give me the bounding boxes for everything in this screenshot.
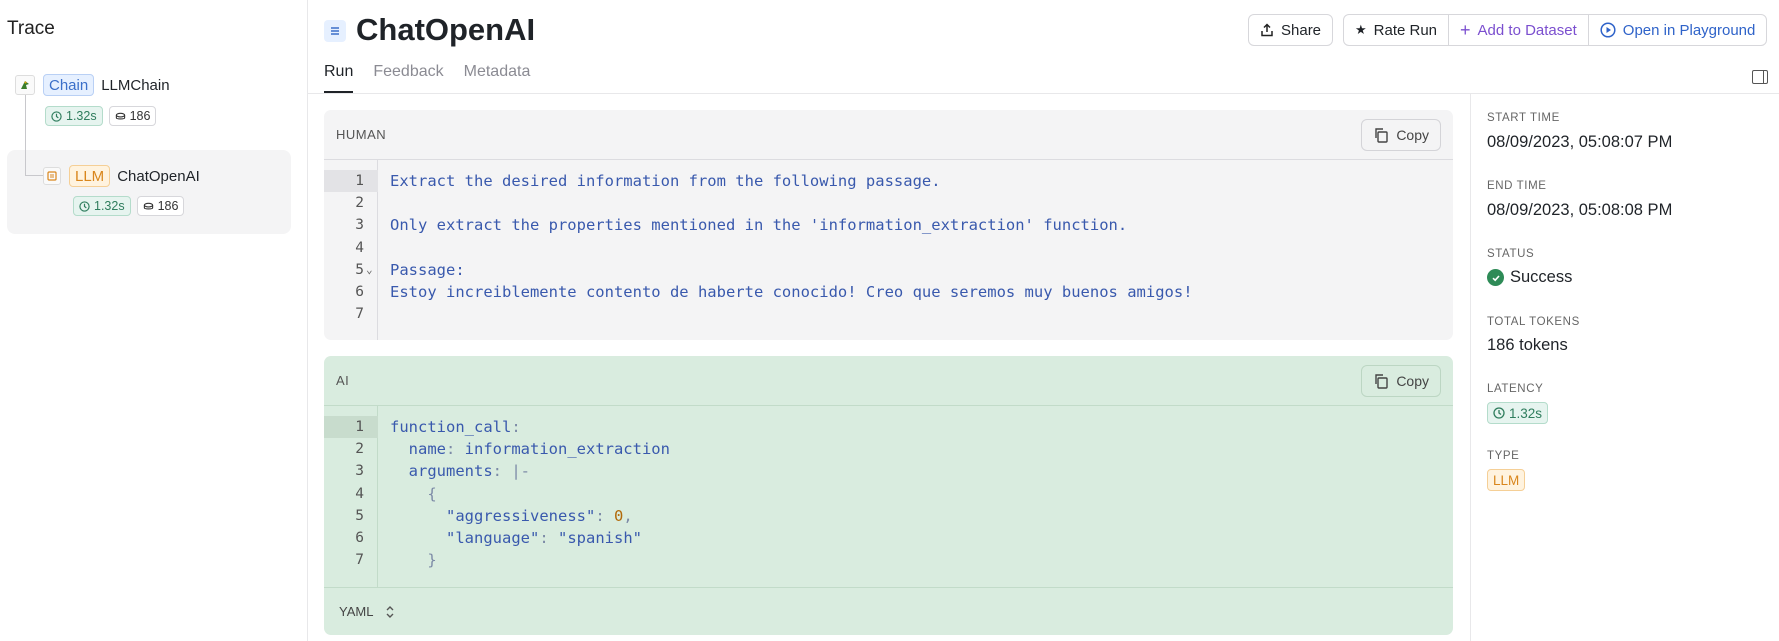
trace-node-badges: 1.32s 186 xyxy=(73,196,185,216)
clock-icon xyxy=(51,110,62,122)
message-role: AI xyxy=(336,373,350,388)
human-code-view[interactable]: 1 Extract the desired information from th… xyxy=(324,160,1453,340)
star-icon: ★ xyxy=(1355,22,1367,37)
total-tokens-label: TOTAL TOKENS xyxy=(1487,316,1580,328)
trace-node-badges: 1.32s 186 xyxy=(45,106,157,126)
token-badge: 186 xyxy=(136,196,185,216)
trace-title: Trace xyxy=(7,18,55,39)
total-tokens-value: 186 tokens xyxy=(1487,336,1568,354)
latency-label: LATENCY xyxy=(1487,383,1544,395)
latency-badge: 1.32s xyxy=(1487,402,1549,424)
run-type-chip: Chain xyxy=(43,74,95,96)
rate-run-button[interactable]: ★ Rate Run xyxy=(1344,15,1450,45)
trace-node-llmchain[interactable]: Chain LLMChain xyxy=(15,74,170,96)
trace-panel: Trace Chain LLMChain 1.32s 186 LLM ChatO… xyxy=(0,0,308,641)
copy-button[interactable]: Copy xyxy=(1361,118,1441,151)
start-time-label: START TIME xyxy=(1487,112,1560,124)
trace-node-name: ChatOpenAI xyxy=(117,167,200,185)
format-selector[interactable]: YAML xyxy=(324,587,1453,635)
ai-message: AI Copy 1 function_call: 2 name: informa… xyxy=(324,356,1453,635)
run-type-chip: LLM xyxy=(1487,469,1526,491)
clock-icon xyxy=(79,200,90,212)
sidebar-toggle-icon[interactable] xyxy=(1752,70,1768,84)
copy-button[interactable]: Copy xyxy=(1361,364,1441,397)
chevron-updown-icon xyxy=(386,605,394,618)
llm-icon xyxy=(43,167,61,185)
open-in-playground-button[interactable]: Open in Playground xyxy=(1589,15,1767,45)
copy-icon xyxy=(1375,127,1389,143)
latency-badge: 1.32s xyxy=(73,196,131,216)
status-label: STATUS xyxy=(1487,248,1535,260)
run-tabs: Run Feedback Metadata xyxy=(324,63,530,93)
tree-connector xyxy=(25,175,45,176)
latency-value: 1.32s xyxy=(1487,402,1549,424)
type-label: TYPE xyxy=(1487,450,1520,462)
tab-feedback[interactable]: Feedback xyxy=(373,63,443,93)
share-icon xyxy=(1261,23,1273,37)
start-time-value: 08/09/2023, 05:08:07 PM xyxy=(1487,133,1673,151)
fold-chevron-icon[interactable]: ⌄ xyxy=(366,263,373,276)
share-action: Share xyxy=(1248,14,1334,46)
parrot-icon xyxy=(15,75,35,95)
end-time-label: END TIME xyxy=(1487,180,1547,192)
page-title: ChatOpenAI xyxy=(356,12,536,47)
trace-node-chatopenai[interactable]: LLM ChatOpenAI xyxy=(43,165,200,187)
human-message: HUMAN Copy 1 Extract the desired informat… xyxy=(324,110,1453,340)
run-details-panel: START TIME 08/09/2023, 05:08:07 PM END T… xyxy=(1470,94,1779,641)
share-button[interactable]: Share xyxy=(1248,14,1334,46)
tree-connector xyxy=(25,93,26,175)
run-type-chip: LLM xyxy=(69,165,111,187)
selected-node-highlight xyxy=(7,150,291,234)
message-role: HUMAN xyxy=(336,127,387,142)
plus-icon: + xyxy=(1460,20,1471,40)
run-action-group: ★ Rate Run + Add to Dataset Open in Play… xyxy=(1343,14,1768,46)
ai-code-view[interactable]: 1 function_call: 2 name: information_ext… xyxy=(324,406,1453,587)
coins-icon xyxy=(115,112,125,119)
copy-icon xyxy=(1375,373,1389,389)
tab-run[interactable]: Run xyxy=(324,63,354,93)
check-circle-icon xyxy=(1487,269,1504,286)
add-to-dataset-button[interactable]: + Add to Dataset xyxy=(1449,15,1589,45)
coins-icon xyxy=(143,202,153,209)
token-badge: 186 xyxy=(108,106,157,126)
play-circle-icon xyxy=(1600,22,1616,38)
trace-node-name: LLMChain xyxy=(101,76,170,94)
end-time-value: 08/09/2023, 05:08:08 PM xyxy=(1487,201,1673,219)
latency-badge: 1.32s xyxy=(45,106,103,126)
clock-icon xyxy=(1493,407,1505,419)
tab-metadata[interactable]: Metadata xyxy=(464,63,531,93)
type-value: LLM xyxy=(1487,469,1526,491)
status-value: Success xyxy=(1487,268,1572,287)
llm-run-icon xyxy=(324,20,346,42)
